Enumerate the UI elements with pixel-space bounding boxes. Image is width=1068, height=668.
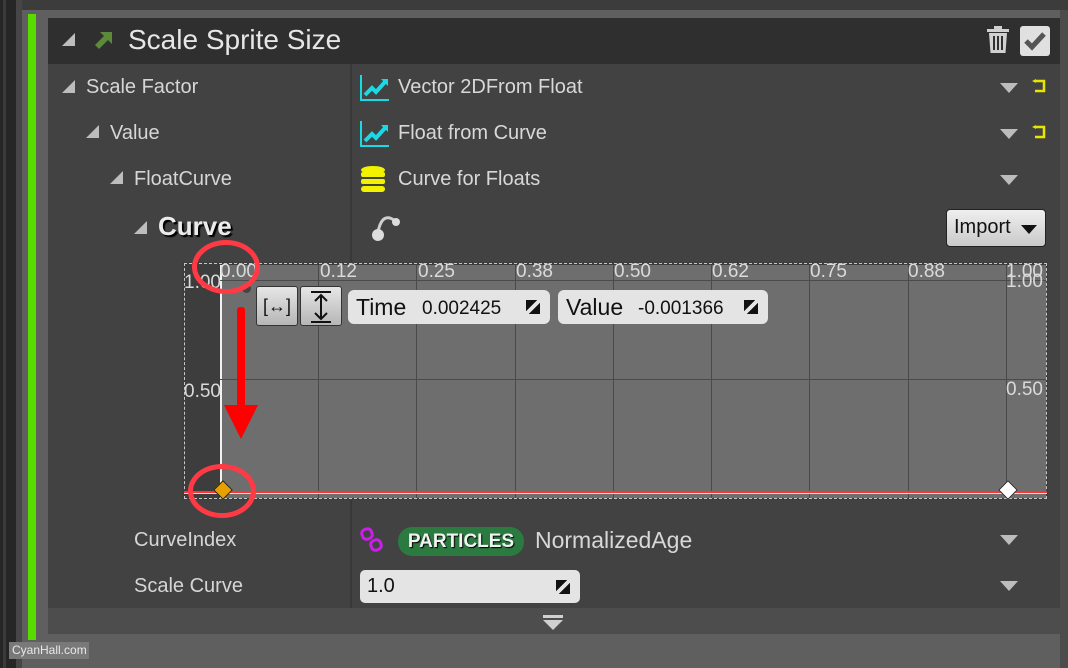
dynamic-input-icon (360, 121, 389, 147)
outer-frame-line (3, 0, 6, 668)
drag-handle-icon[interactable] (556, 580, 570, 594)
expand-advanced-icon[interactable] (542, 615, 564, 631)
chevron-down-icon[interactable] (1000, 535, 1018, 545)
stack-top-band (22, 0, 1068, 10)
stack-gutter (16, 0, 22, 668)
reset-to-default-icon[interactable] (1032, 79, 1048, 93)
link-icon (360, 527, 383, 552)
trash-icon[interactable] (986, 26, 1010, 54)
checkmark-icon (1024, 32, 1046, 51)
scale-curve-label: Scale Curve (134, 575, 243, 597)
drag-handle-icon[interactable] (526, 300, 540, 314)
expand-triangle-icon[interactable] (134, 221, 147, 234)
curve-line-highlight (184, 493, 1047, 494)
fit-horizontal-button[interactable]: [↔] (256, 286, 298, 326)
scale-curve-value: 1.0 (367, 575, 395, 597)
fit-vertical-button[interactable] (300, 286, 342, 326)
collapse-triangle-icon[interactable] (62, 33, 75, 46)
dynamic-input-icon (360, 75, 389, 101)
time-value: 0.002425 (422, 298, 502, 319)
scale-curve-input[interactable]: 1.0 (360, 570, 580, 603)
scale-factor-value[interactable]: Vector 2DFrom Float (398, 76, 583, 99)
expand-triangle-icon[interactable] (62, 80, 75, 93)
chevron-down-icon[interactable] (1000, 129, 1018, 139)
scale-factor-label: Scale Factor (86, 76, 199, 98)
annotation-circle-top (192, 240, 260, 294)
time-label: Time (356, 294, 407, 320)
import-button[interactable]: Import (946, 209, 1046, 247)
drag-handle-icon[interactable] (744, 300, 758, 314)
watermark: CyanHall.com (9, 642, 89, 659)
fit-vertical-icon (311, 291, 331, 323)
curveindex-value[interactable]: NormalizedAge (535, 527, 692, 554)
module-enabled-checkbox[interactable] (1020, 26, 1050, 56)
import-label: Import (954, 216, 1011, 238)
value-label: Value (110, 122, 160, 144)
fit-horizontal-icon: [↔] (262, 296, 291, 316)
module-accent-bar (28, 14, 36, 640)
value-field[interactable]: Value -0.001366 (558, 290, 768, 324)
data-stack-icon (361, 166, 385, 192)
chevron-down-icon[interactable] (1000, 581, 1018, 591)
floatcurve-value[interactable]: Curve for Floats (398, 168, 540, 191)
module-arrow-icon (95, 32, 112, 49)
time-field[interactable]: Time 0.002425 (348, 290, 550, 324)
module-title: Scale Sprite Size (128, 24, 342, 55)
annotation-arrow-shaft (237, 307, 245, 407)
value-value[interactable]: Float from Curve (398, 122, 547, 145)
caret-down-icon (1021, 225, 1037, 234)
module-scale-sprite-size: Scale Sprite Size Scale Factor Vector 2D… (48, 18, 1060, 634)
curve-editor-icon[interactable] (370, 208, 404, 244)
curveindex-label: CurveIndex (134, 529, 237, 551)
annotation-circle-bottom (188, 464, 256, 518)
floatcurve-label: FloatCurve (134, 168, 232, 190)
namespace-badge: PARTICLES (398, 527, 524, 556)
value-field-value: -0.001366 (638, 298, 724, 319)
scrollbar-track[interactable] (1060, 10, 1068, 668)
curve-label: Curve (158, 211, 232, 241)
chevron-down-icon[interactable] (1000, 83, 1018, 93)
chevron-down-icon[interactable] (1000, 175, 1018, 185)
annotation-arrow-head (224, 405, 258, 439)
reset-to-default-icon[interactable] (1032, 125, 1048, 139)
expand-triangle-icon[interactable] (110, 171, 123, 184)
expand-triangle-icon[interactable] (86, 125, 99, 138)
value-field-label: Value (566, 294, 624, 320)
module-header[interactable]: Scale Sprite Size (48, 18, 1060, 64)
module-footer[interactable] (48, 608, 1060, 634)
